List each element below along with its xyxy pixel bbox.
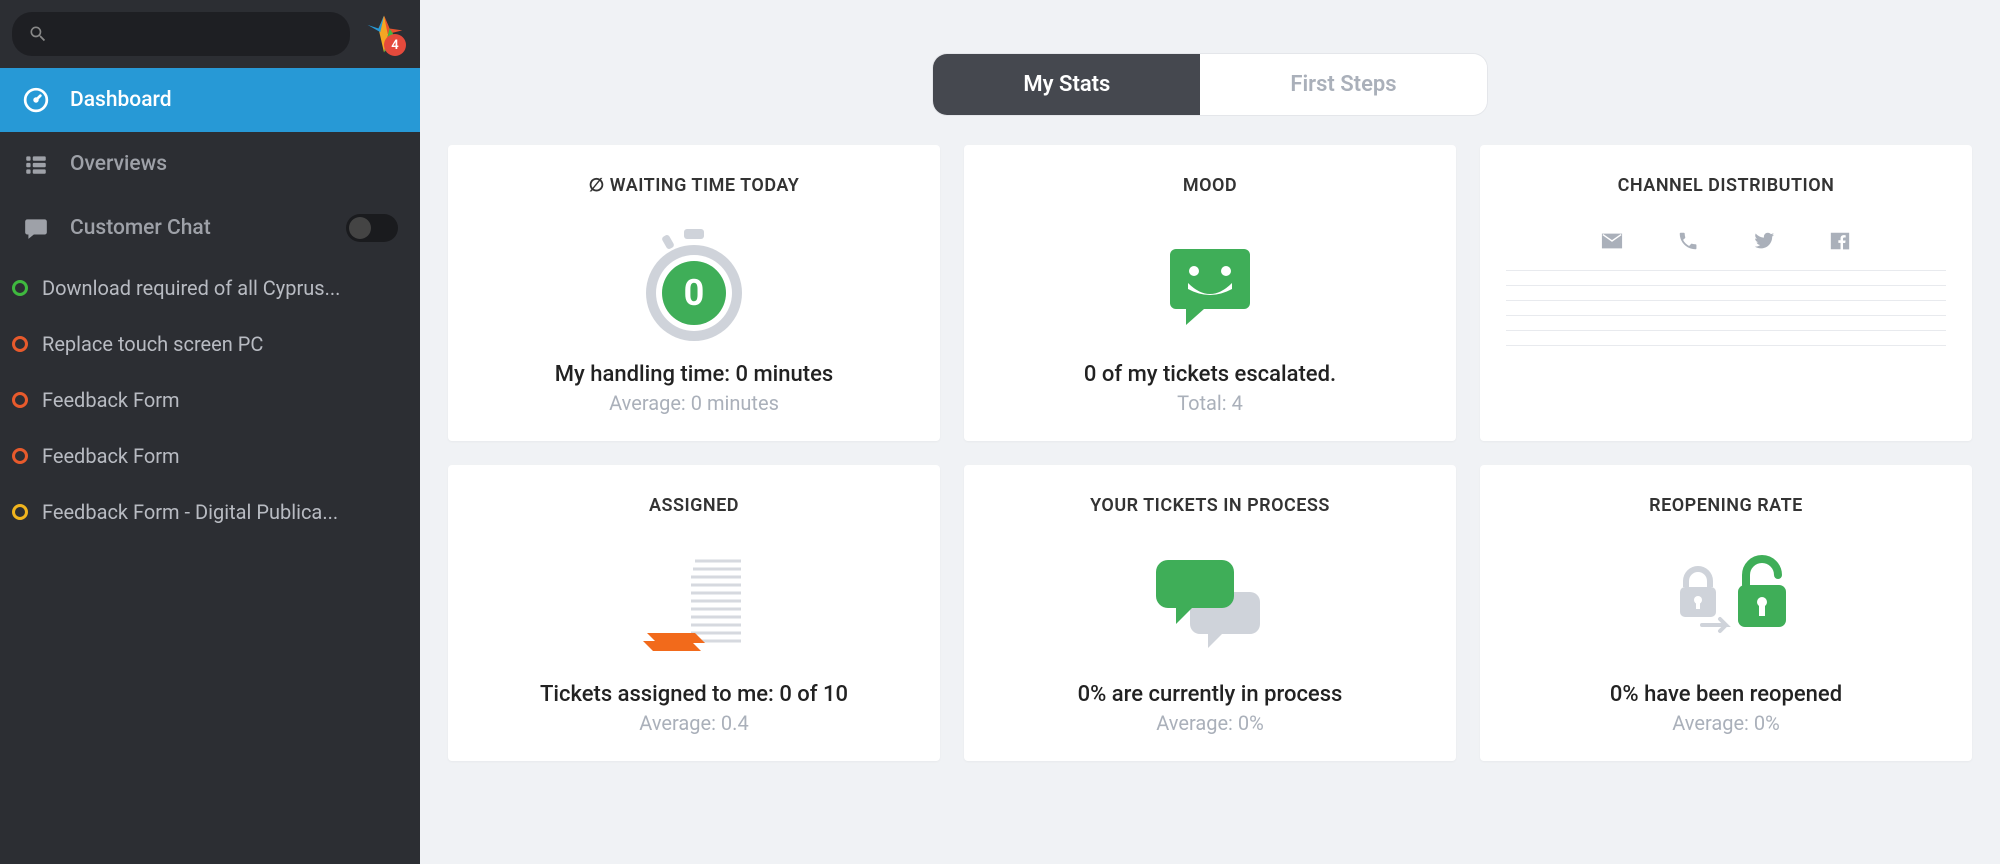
ticket-label: Feedback Form - Digital Publica... — [42, 500, 338, 524]
ticket-item[interactable]: Feedback Form — [0, 372, 420, 428]
card-text: 0% are currently in process — [1078, 682, 1343, 707]
lock-icon — [1656, 540, 1796, 670]
nav-label: Overviews — [70, 152, 167, 176]
mood-icon — [1160, 220, 1260, 350]
ticket-item[interactable]: Replace touch screen PC — [0, 316, 420, 372]
card-title: CHANNEL DISTRIBUTION — [1618, 175, 1835, 196]
card-assigned: ASSIGNED Tickets assigned to me: 0 of 10… — [448, 465, 940, 761]
ticket-label: Download required of all Cyprus... — [42, 276, 340, 300]
channel-lines — [1500, 270, 1952, 346]
main-content: My Stats First Steps ∅ WAITING TIME TODA… — [420, 0, 2000, 864]
card-channel-distribution: CHANNEL DISTRIBUTION — [1480, 145, 1972, 441]
facebook-icon — [1828, 230, 1852, 252]
ticket-list: Download required of all Cyprus... Replac… — [0, 260, 420, 540]
chat-icon — [22, 214, 50, 242]
status-indicator — [12, 336, 28, 352]
ticket-item[interactable]: Feedback Form — [0, 428, 420, 484]
card-text: 0 of my tickets escalated. — [1084, 362, 1336, 387]
nav-label: Dashboard — [70, 88, 172, 112]
card-sub: Average: 0% — [1156, 711, 1264, 735]
nav-dashboard[interactable]: Dashboard — [0, 68, 420, 132]
status-indicator — [12, 448, 28, 464]
dashboard-icon — [22, 86, 50, 114]
status-indicator — [12, 504, 28, 520]
status-indicator — [12, 280, 28, 296]
card-title: ASSIGNED — [649, 495, 739, 516]
ticket-item[interactable]: Feedback Form - Digital Publica... — [0, 484, 420, 540]
card-reopening-rate: REOPENING RATE — [1480, 465, 1972, 761]
ticket-label: Feedback Form — [42, 444, 180, 468]
stack-icon — [629, 540, 759, 670]
card-tickets-in-process: YOUR TICKETS IN PROCESS 0% are currently… — [964, 465, 1456, 761]
chat-toggle[interactable] — [346, 214, 398, 242]
card-text: Tickets assigned to me: 0 of 10 — [540, 682, 848, 707]
search-input[interactable] — [12, 12, 350, 56]
nav-label: Customer Chat — [70, 216, 211, 240]
sidebar: 4 Dashboard Overviews Customer Chat Down… — [0, 0, 420, 864]
app-logo[interactable]: 4 — [360, 10, 408, 58]
notification-badge[interactable]: 4 — [384, 34, 406, 56]
channel-icons — [1600, 230, 1852, 252]
email-icon — [1600, 230, 1624, 252]
card-sub: Average: 0% — [1672, 711, 1780, 735]
card-title: REOPENING RATE — [1649, 495, 1803, 516]
card-text: My handling time: 0 minutes — [555, 362, 833, 387]
search-icon — [28, 24, 48, 44]
card-text: 0% have been reopened — [1610, 682, 1842, 707]
tab-my-stats[interactable]: My Stats — [933, 54, 1200, 115]
card-sub: Average: 0 minutes — [609, 391, 779, 415]
twitter-icon — [1752, 230, 1776, 252]
card-waiting-time: ∅ WAITING TIME TODAY 0 My handling time:… — [448, 145, 940, 441]
tab-first-steps[interactable]: First Steps — [1200, 54, 1486, 115]
chat-bubbles-icon — [1150, 540, 1270, 670]
tabs: My Stats First Steps — [448, 54, 1972, 115]
ticket-label: Replace touch screen PC — [42, 332, 263, 356]
card-title: ∅ WAITING TIME TODAY — [589, 175, 800, 196]
card-sub: Average: 0.4 — [639, 711, 748, 735]
cards-grid: ∅ WAITING TIME TODAY 0 My handling time:… — [448, 145, 1972, 761]
sidebar-top: 4 — [0, 0, 420, 68]
card-mood: MOOD 0 of my tickets escalated. Total: 4 — [964, 145, 1456, 441]
stopwatch-icon: 0 — [634, 220, 754, 350]
list-icon — [22, 150, 50, 178]
nav-customer-chat[interactable]: Customer Chat — [0, 196, 420, 260]
svg-text:0: 0 — [684, 272, 705, 314]
ticket-item[interactable]: Download required of all Cyprus... — [0, 260, 420, 316]
ticket-label: Feedback Form — [42, 388, 180, 412]
card-sub: Total: 4 — [1177, 391, 1243, 415]
card-title: YOUR TICKETS IN PROCESS — [1090, 495, 1330, 516]
nav-overviews[interactable]: Overviews — [0, 132, 420, 196]
card-title: MOOD — [1183, 175, 1237, 196]
status-indicator — [12, 392, 28, 408]
phone-icon — [1676, 230, 1700, 252]
